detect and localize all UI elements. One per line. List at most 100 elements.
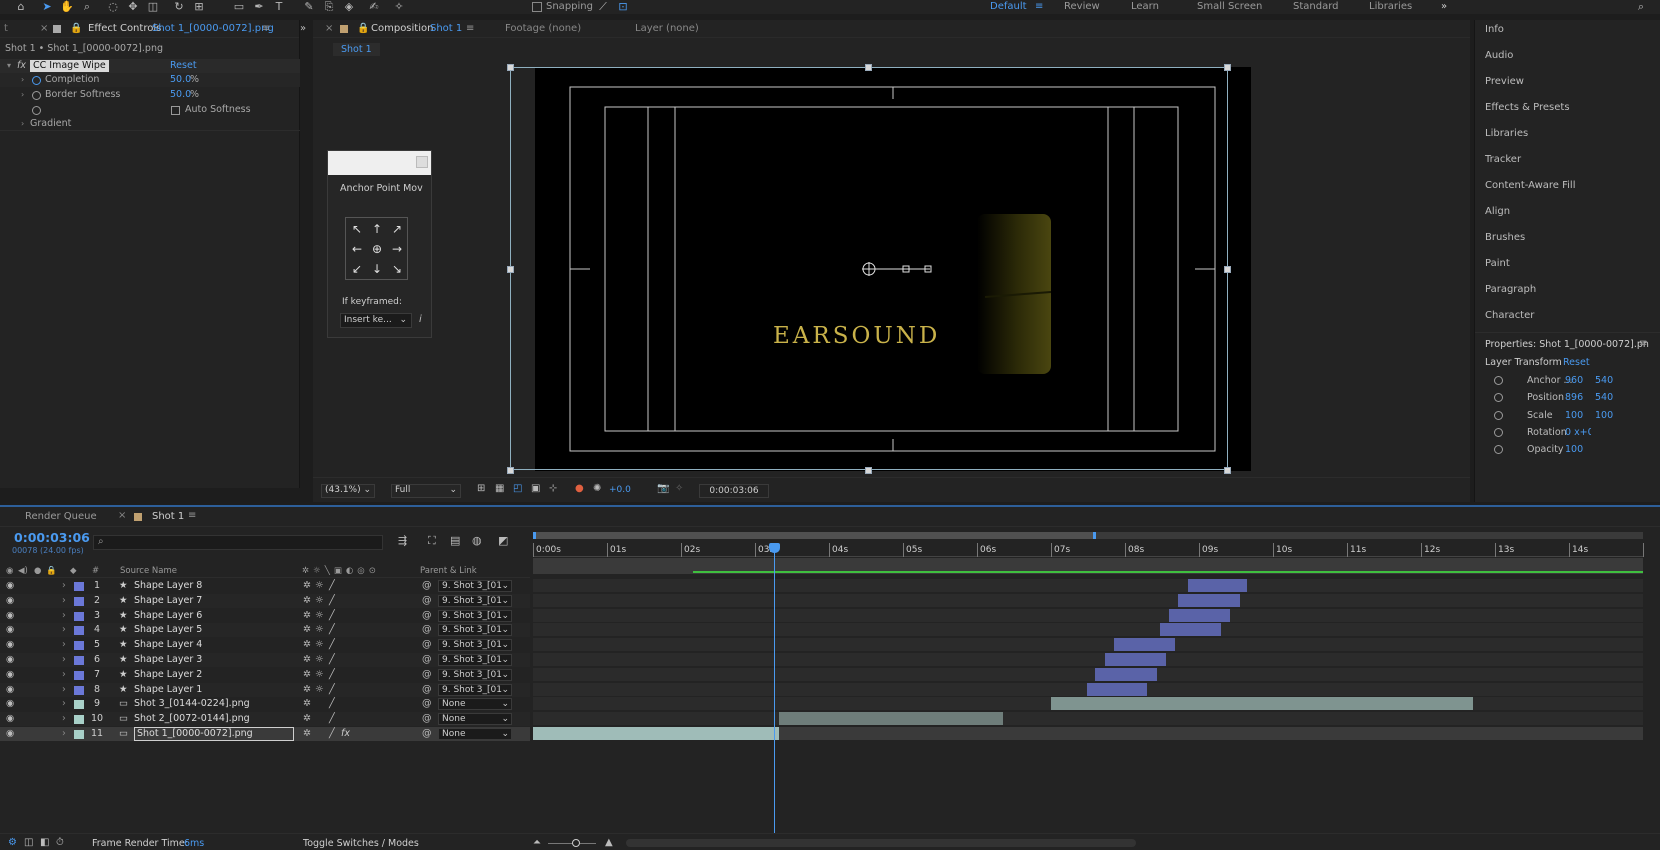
snap-edge-icon[interactable]: ⟋: [594, 0, 612, 14]
close-tab-icon[interactable]: ×: [118, 510, 126, 521]
anchor-arrow-8-icon[interactable]: ↘: [388, 260, 406, 278]
layer-duration-bar[interactable]: [1178, 593, 1240, 607]
toggle-switches-button[interactable]: Toggle Switches / Modes: [303, 838, 419, 849]
eye-visibility-icon[interactable]: ◉: [6, 594, 14, 608]
puppet-tool-icon[interactable]: ✧: [390, 0, 408, 14]
anchor-arrow-0-icon[interactable]: ↖: [348, 220, 366, 238]
hand-tool-icon[interactable]: ✋: [58, 0, 76, 14]
rectangle-tool-icon[interactable]: ▭: [230, 0, 248, 14]
fast-preview-icon[interactable]: ⊞: [477, 483, 485, 494]
layer-duration-bar[interactable]: [779, 712, 1003, 726]
tab-menu-icon[interactable]: ≡: [262, 20, 270, 38]
graph-editor-icon[interactable]: ◩: [498, 534, 508, 547]
quality-switch-icon[interactable]: ╱: [329, 594, 335, 608]
layer-duration-bar[interactable]: [533, 727, 780, 740]
timeline-timecode[interactable]: 0:00:03:06: [14, 530, 90, 545]
parent-dropdown[interactable]: None ⌄: [438, 698, 512, 711]
shy-switch-icon[interactable]: ✲: [303, 653, 311, 667]
current-time-indicator[interactable]: [768, 543, 780, 833]
lock-column-icon[interactable]: 🔒: [46, 564, 57, 578]
shy-switch-icon[interactable]: ✲: [303, 727, 311, 741]
quality-switch-icon[interactable]: ╱: [329, 668, 335, 682]
pan-tool-icon[interactable]: ✥: [124, 0, 142, 14]
pick-whip-icon[interactable]: @: [422, 712, 432, 726]
stopwatch-icon[interactable]: [1494, 445, 1503, 455]
panel-item-content-aware-fill[interactable]: Content-Aware Fill: [1485, 180, 1575, 191]
show-snapshot-icon[interactable]: ✧: [675, 483, 683, 494]
in-out-icon[interactable]: ◧: [40, 837, 49, 848]
label-color-swatch[interactable]: [74, 611, 84, 621]
parent-dropdown[interactable]: 9. Shot 3_[01 ⌄: [438, 639, 512, 652]
collapse-switch-icon[interactable]: ☼: [315, 653, 324, 667]
layer-transform-reset[interactable]: Reset: [1563, 357, 1590, 368]
workspace-overflow-icon[interactable]: »: [1441, 0, 1447, 13]
parent-dropdown[interactable]: 9. Shot 3_[01 ⌄: [438, 654, 512, 666]
snapping-checkbox[interactable]: [532, 2, 542, 12]
roto-brush-tool-icon[interactable]: ✍: [365, 0, 383, 14]
panel-item-tracker[interactable]: Tracker: [1485, 154, 1521, 165]
expand-caret-icon[interactable]: ›: [62, 668, 66, 682]
cti-handle[interactable]: [768, 543, 780, 553]
comp-mini-flowchart-icon[interactable]: ⇶: [398, 534, 407, 547]
pick-whip-icon[interactable]: @: [422, 697, 432, 711]
zoom-slider-thumb[interactable]: [572, 839, 580, 847]
layer-row[interactable]: ◉ › 6 ★ Shape Layer 3 ✲ ☼ ╱ @9. Shot 3_[01 ⌄: [0, 653, 530, 667]
layer-duration-bar[interactable]: [1086, 682, 1148, 696]
shot-1-timeline-tab[interactable]: Shot 1: [152, 511, 184, 522]
eye-visibility-icon[interactable]: ◉: [6, 579, 14, 593]
transform-handle-t[interactable]: [865, 64, 872, 71]
collapse-switch-icon[interactable]: ☼: [315, 594, 324, 608]
transform-handle-tl[interactable]: [507, 64, 514, 71]
layer-duration-bar[interactable]: [1105, 653, 1166, 666]
quality-switch-icon[interactable]: ╱: [329, 683, 335, 697]
effect-row-cc-image-wipe[interactable]: ▾ fx CC Image Wipe Reset: [0, 59, 300, 73]
eye-visibility-icon[interactable]: ◉: [6, 638, 14, 652]
property-value-1[interactable]: 896: [1565, 390, 1583, 406]
lock-icon[interactable]: 🔒: [70, 20, 82, 38]
timeline-horizontal-scrollbar[interactable]: [626, 839, 1136, 847]
eye-visibility-icon[interactable]: ◉: [6, 609, 14, 623]
anchor-arrow-4-icon[interactable]: ⊕: [368, 240, 386, 258]
eye-visibility-icon[interactable]: ◉: [6, 668, 14, 682]
frame-blending-icon[interactable]: ◍: [472, 534, 482, 547]
label-color-swatch[interactable]: [74, 670, 84, 680]
guides-icon[interactable]: ⊹: [549, 483, 557, 494]
time-navigator[interactable]: [533, 532, 1643, 539]
property-value-1[interactable]: 960: [1565, 373, 1583, 389]
collapse-switch-icon[interactable]: ☼: [315, 683, 324, 697]
composition-viewer[interactable]: EARSOUND: [535, 67, 1251, 471]
panel-item-brushes[interactable]: Brushes: [1485, 232, 1525, 243]
eye-visibility-icon[interactable]: ◉: [6, 697, 14, 711]
transform-handle-b[interactable]: [865, 467, 872, 474]
quality-switch-icon[interactable]: ╱: [329, 609, 335, 623]
pick-whip-icon[interactable]: @: [422, 668, 432, 682]
transform-handle-br[interactable]: [1224, 467, 1231, 474]
snap-grid-icon[interactable]: ⊡: [614, 0, 632, 14]
audio-column-icon[interactable]: ◀): [18, 564, 28, 578]
workspace-menu-icon[interactable]: ≡: [1035, 0, 1043, 13]
layer-name[interactable]: Shape Layer 2: [134, 668, 202, 682]
panel-item-info[interactable]: Info: [1485, 24, 1504, 35]
selection-tool-icon[interactable]: ➤: [38, 0, 56, 14]
quality-switch-icon[interactable]: ╱: [329, 623, 335, 637]
label-color-swatch[interactable]: [74, 730, 84, 739]
composition-tab-name[interactable]: Shot 1: [430, 20, 462, 38]
workspace-tab-libraries[interactable]: Libraries: [1369, 0, 1412, 13]
quality-switch-icon[interactable]: ╱: [329, 712, 335, 726]
layer-row[interactable]: ◉ › 4 ★ Shape Layer 5 ✲ ☼ ╱ @9. Shot 3_[01 ⌄: [0, 623, 530, 638]
type-tool-icon[interactable]: T: [270, 0, 288, 14]
parent-dropdown[interactable]: 9. Shot 3_[01 ⌄: [438, 624, 512, 637]
quality-switch-icon[interactable]: ╱: [329, 697, 335, 711]
home-icon[interactable]: ⌂: [12, 0, 30, 14]
label-color-swatch[interactable]: [74, 582, 84, 591]
parent-dropdown[interactable]: 9. Shot 3_[01 ⌄: [438, 594, 512, 607]
transfer-controls-icon[interactable]: ◫: [24, 837, 33, 848]
layer-row[interactable]: ◉ › 10 ▭ Shot 2_[0072-0144].png ✲ ╱ @ None ⌄: [0, 712, 530, 727]
label-color-swatch[interactable]: [74, 715, 84, 725]
auto-softness-checkbox[interactable]: [171, 106, 180, 115]
shy-switch-icon[interactable]: ✲: [303, 609, 311, 623]
shy-switch-icon[interactable]: ✲: [303, 579, 311, 593]
layer-switches-icon[interactable]: ⚙: [8, 837, 17, 848]
work-area-bar[interactable]: [533, 558, 1643, 574]
stopwatch-icon[interactable]: [32, 91, 41, 100]
